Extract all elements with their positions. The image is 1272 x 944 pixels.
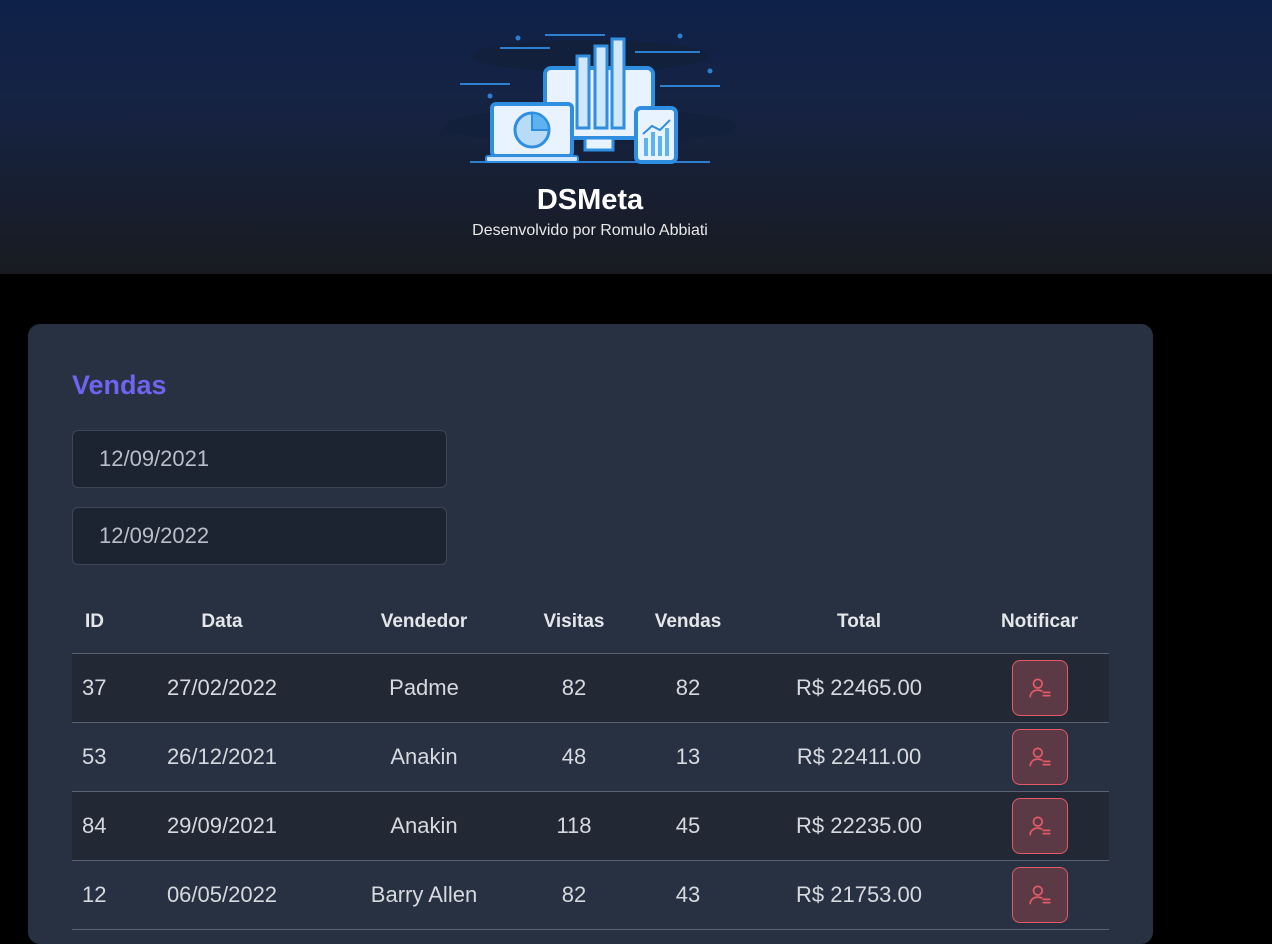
- cell-id: 84: [72, 791, 116, 861]
- cell-id: 53: [72, 722, 116, 792]
- cell-visits: 48: [520, 722, 628, 792]
- column-header-id: ID: [72, 592, 116, 654]
- notify-button[interactable]: [1011, 728, 1068, 785]
- cell-seller: Barry Allen: [328, 860, 520, 930]
- sales-title: Vendas: [72, 370, 167, 400]
- cell-notify: [970, 653, 1109, 723]
- cell-date: 26/12/2021: [116, 722, 328, 792]
- cell-total: R$ 22411.00: [748, 722, 970, 792]
- user-notify-icon: [1028, 815, 1051, 836]
- cell-deals: 82: [628, 653, 748, 723]
- user-notify-icon: [1028, 677, 1051, 698]
- column-header-visits: Visitas: [520, 592, 628, 654]
- end-date-input[interactable]: [72, 507, 447, 565]
- column-header-date: Data: [116, 592, 328, 654]
- column-header-total: Total: [748, 592, 970, 654]
- cell-deals: 45: [628, 791, 748, 861]
- cell-deals: 43: [628, 860, 748, 930]
- table-row: 53 26/12/2021 Anakin 48 13 R$ 22411.00: [72, 722, 1109, 792]
- notify-button[interactable]: [1011, 797, 1068, 854]
- sales-table: ID Data Vendedor Visitas Vendas Total No…: [72, 592, 1109, 930]
- column-header-notify: Notificar: [970, 592, 1109, 654]
- logo-icon: [444, 33, 736, 164]
- cell-date: 27/02/2022: [116, 653, 328, 723]
- table-row: 12 06/05/2022 Barry Allen 82 43 R$ 21753…: [72, 860, 1109, 930]
- sales-card: Vendas ID Data Vendedor Visitas Vendas T…: [28, 324, 1153, 944]
- table-row: 37 27/02/2022 Padme 82 82 R$ 22465.00: [72, 653, 1109, 723]
- cell-id: 12: [72, 860, 116, 930]
- column-header-deals: Vendas: [628, 592, 748, 654]
- app-subtitle: Desenvolvido por Romulo Abbiati: [472, 222, 708, 239]
- notify-button[interactable]: [1011, 866, 1068, 923]
- cell-date: 29/09/2021: [116, 791, 328, 861]
- app-title: DSMeta: [536, 184, 644, 216]
- cell-id: 37: [72, 653, 116, 723]
- user-notify-icon: [1028, 884, 1051, 905]
- start-date-input[interactable]: [72, 430, 447, 488]
- table-row: 84 29/09/2021 Anakin 118 45 R$ 22235.00: [72, 791, 1109, 861]
- cell-seller: Padme: [328, 653, 520, 723]
- cell-total: R$ 22235.00: [748, 791, 970, 861]
- app-header: DSMeta Desenvolvido por Romulo Abbiati: [0, 0, 1272, 274]
- cell-seller: Anakin: [328, 791, 520, 861]
- cell-total: R$ 21753.00: [748, 860, 970, 930]
- cell-deals: 13: [628, 722, 748, 792]
- cell-notify: [970, 860, 1109, 930]
- cell-notify: [970, 722, 1109, 792]
- notify-button[interactable]: [1011, 659, 1068, 716]
- cell-seller: Anakin: [328, 722, 520, 792]
- table-header-row: ID Data Vendedor Visitas Vendas Total No…: [72, 592, 1109, 654]
- cell-notify: [970, 791, 1109, 861]
- cell-visits: 82: [520, 653, 628, 723]
- cell-visits: 118: [520, 791, 628, 861]
- user-notify-icon: [1028, 746, 1051, 767]
- cell-visits: 82: [520, 860, 628, 930]
- column-header-seller: Vendedor: [328, 592, 520, 654]
- cell-date: 06/05/2022: [116, 860, 328, 930]
- cell-total: R$ 22465.00: [748, 653, 970, 723]
